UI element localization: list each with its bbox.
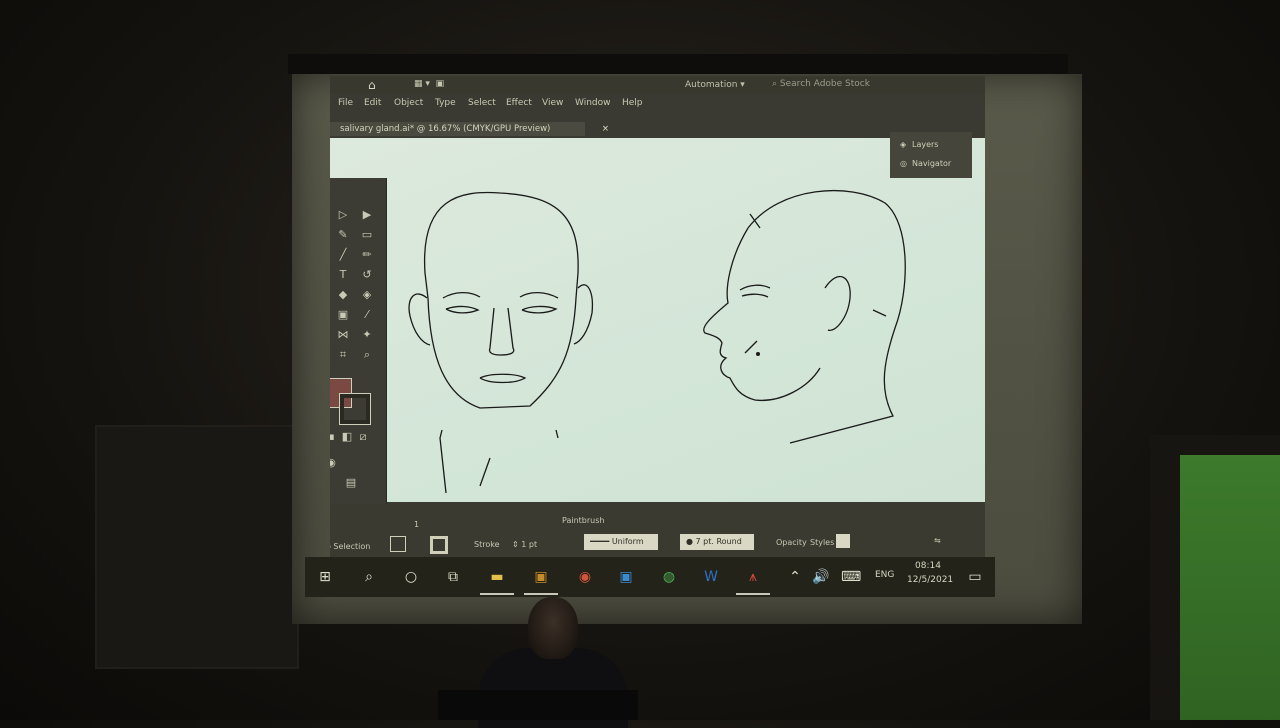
search-icon[interactable]: ⌕ xyxy=(359,567,379,587)
styles-label: Styles xyxy=(810,538,835,547)
gradient-tool-icon[interactable]: ▣ xyxy=(336,308,350,322)
page-number: 1 xyxy=(414,520,420,529)
workspace-switcher-icon[interactable]: ▦ ▾ ▣ xyxy=(414,79,444,89)
default-colors-icon[interactable]: ▪ xyxy=(330,430,338,444)
symbol-sprayer-tool-icon[interactable]: ✦ xyxy=(360,328,374,342)
volume-icon[interactable]: 🔊 xyxy=(811,567,831,587)
chrome-icon[interactable]: ◍ xyxy=(659,567,679,587)
notification-icon[interactable]: ▭ xyxy=(965,567,985,587)
none-color-icon[interactable]: ⧄ xyxy=(356,430,370,444)
fill-dropdown[interactable] xyxy=(390,536,406,552)
rectangle-tool-icon[interactable]: ▭ xyxy=(360,228,374,242)
keyboard-icon[interactable]: ⌨ xyxy=(841,567,861,587)
door-light xyxy=(1180,455,1280,720)
control-bar: 1 Paintbrush No Selection Stroke ⇕ 1 pt … xyxy=(330,504,985,562)
close-tab-icon[interactable]: × xyxy=(602,122,609,136)
artboard-canvas[interactable] xyxy=(330,138,985,502)
screen-mode-icon[interactable]: ▤ xyxy=(344,476,358,490)
layers-panel-tab[interactable]: ◈ Layers xyxy=(900,140,938,149)
shape-builder-tool-icon[interactable]: ◈ xyxy=(360,288,374,302)
wall-panel xyxy=(95,425,299,669)
tool-name-label: Paintbrush xyxy=(562,516,605,525)
paintbrush-tool-icon[interactable]: ╱ xyxy=(336,248,350,262)
profile-face-drawing xyxy=(703,189,906,444)
navigator-panel-tab[interactable]: ◎ Navigator xyxy=(900,159,951,168)
cortana-icon[interactable]: ○ xyxy=(401,567,421,587)
search-icon: ⌕ xyxy=(772,79,778,89)
brush-definition[interactable]: ● 7 pt. Round xyxy=(680,534,754,550)
language-indicator[interactable]: ENG xyxy=(875,570,894,580)
tools-panel: ▷ ▶ ✎ ▭ ╱ ✏ T ↺ ◆ ◈ ▣ ⁄ ⋈ ✦ ⌗ ⌕ ▪ ◧ ⧄ ◉ … xyxy=(330,178,387,508)
type-tool-icon[interactable]: T xyxy=(336,268,350,282)
file-explorer-icon[interactable]: ▬ xyxy=(487,567,507,587)
color-mode-icon[interactable]: ◧ xyxy=(340,430,354,444)
workspace-dropdown[interactable]: Automation ▾ xyxy=(685,80,745,90)
menu-window[interactable]: Window xyxy=(575,98,611,108)
home-icon[interactable]: ⌂ xyxy=(368,78,376,92)
stroke-weight-stepper[interactable]: ⇕ 1 pt xyxy=(512,540,537,549)
variable-width-profile[interactable]: ━━━━ Uniform xyxy=(584,534,658,550)
task-view-icon[interactable]: ⧉ xyxy=(443,567,463,587)
menu-select[interactable]: Select xyxy=(468,98,496,108)
navigator-icon: ◎ xyxy=(900,159,907,168)
eraser-tool-icon[interactable]: ◆ xyxy=(336,288,350,302)
front-face-drawing xyxy=(408,191,594,494)
stock-search[interactable]: ⌕ Search Adobe Stock xyxy=(772,79,870,89)
projector-screen-bar xyxy=(288,54,1068,74)
photoshop-icon[interactable]: ▣ xyxy=(616,567,636,587)
show-hidden-icons-icon[interactable]: ⌃ xyxy=(785,567,805,587)
layers-navigator-panel: ◈ Layers ◎ Navigator xyxy=(890,132,972,178)
rotate-tool-icon[interactable]: ↺ xyxy=(360,268,374,282)
blend-tool-icon[interactable]: ⋈ xyxy=(336,328,350,342)
opacity-label[interactable]: Opacity xyxy=(776,538,807,547)
presenter-head xyxy=(528,597,578,659)
draw-mode-icon[interactable]: ◉ xyxy=(330,456,338,470)
zoom-tool-icon[interactable]: ⌕ xyxy=(360,348,374,362)
pencil-tool-icon[interactable]: ✏ xyxy=(360,248,374,262)
graphic-style-swatch[interactable] xyxy=(836,534,850,548)
document-tab[interactable]: salivary gland.ai* @ 16.67% (CMYK/GPU Pr… xyxy=(330,122,609,136)
windows-start-icon[interactable]: ⊞ xyxy=(315,567,335,587)
menu-object[interactable]: Object xyxy=(394,98,423,108)
menu-file[interactable]: File xyxy=(338,98,353,108)
menu-effect[interactable]: Effect xyxy=(506,98,532,108)
direct-selection-tool-icon[interactable]: ▶ xyxy=(360,208,374,222)
brush-cursor xyxy=(756,352,760,356)
illustrator-window: ⌂ ▦ ▾ ▣ Automation ▾ ⌕ Search Adobe Stoc… xyxy=(330,76,985,562)
menu-bar: File Edit Object Type Select Effect View… xyxy=(330,96,985,112)
face-sketches xyxy=(408,189,906,494)
menu-edit[interactable]: Edit xyxy=(364,98,381,108)
app-topbar: ⌂ ▦ ▾ ▣ Automation ▾ ⌕ Search Adobe Stoc… xyxy=(330,76,985,94)
clock-time[interactable]: 08:14 xyxy=(915,561,941,571)
illustrator-icon[interactable]: ▣ xyxy=(531,567,551,587)
menu-help[interactable]: Help xyxy=(622,98,643,108)
stroke-color-swatch[interactable] xyxy=(339,393,371,425)
pen-tool-icon[interactable]: ✎ xyxy=(336,228,350,242)
stroke-label: Stroke xyxy=(474,540,500,549)
windows-taskbar: ⊞ ⌕ ○ ⧉ ▬ ▣ ◉ ▣ ◍ W ⩚ ⌃ 🔊 ⌨ ENG 08:14 12… xyxy=(305,557,995,597)
selection-status: No Selection xyxy=(330,542,371,551)
menu-type[interactable]: Type xyxy=(435,98,456,108)
layers-icon: ◈ xyxy=(900,140,907,149)
menu-view[interactable]: View xyxy=(542,98,563,108)
eyedropper-tool-icon[interactable]: ⁄ xyxy=(360,308,374,322)
acrobat-icon[interactable]: ⩚ xyxy=(743,567,763,587)
word-icon[interactable]: W xyxy=(701,567,721,587)
artboard-tool-icon[interactable]: ⌗ xyxy=(336,348,350,362)
arrange-documents-icon[interactable]: ⇋ xyxy=(934,536,941,545)
powerpoint-icon[interactable]: ◉ xyxy=(575,567,595,587)
podium xyxy=(438,690,638,720)
selection-tool-icon[interactable]: ▷ xyxy=(336,208,350,222)
clock-date[interactable]: 12/5/2021 xyxy=(907,575,953,585)
stroke-dropdown[interactable] xyxy=(430,536,448,554)
